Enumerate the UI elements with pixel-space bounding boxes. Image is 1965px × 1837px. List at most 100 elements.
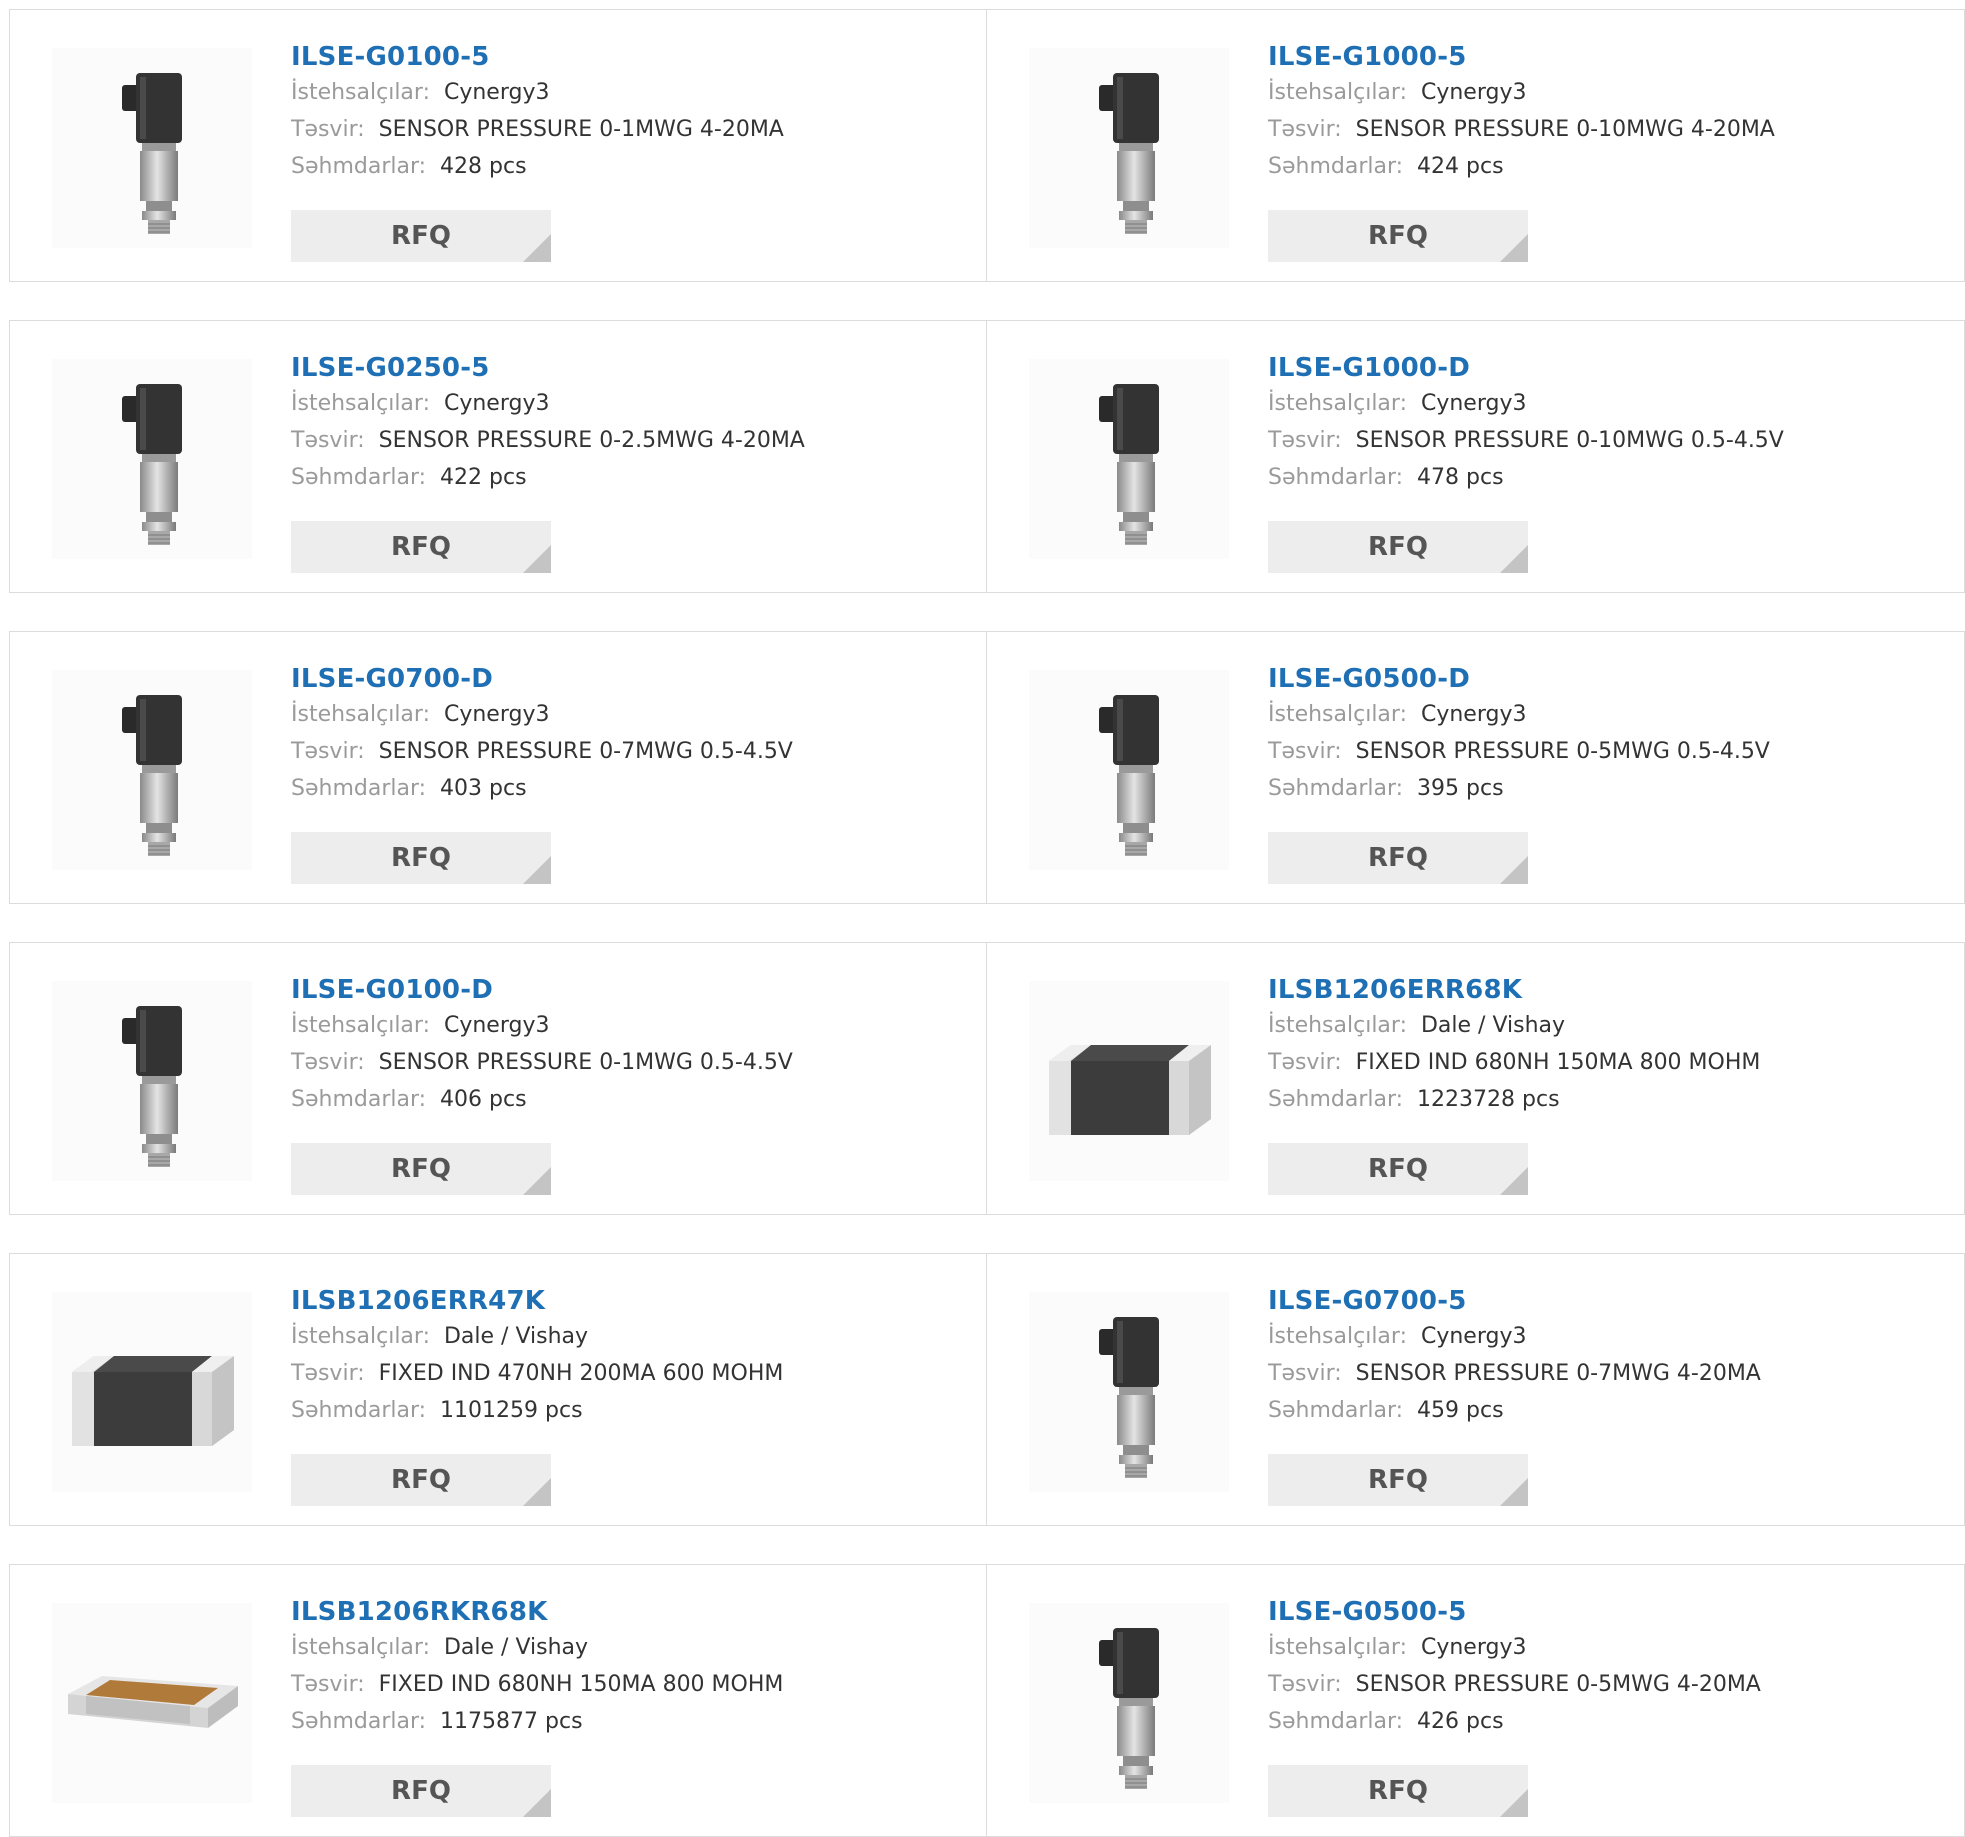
manufacturer-label: İstehsalçılar: [1268,391,1407,416]
product-image[interactable] [1029,1292,1229,1492]
product-card: ILSB1206ERR68K İstehsalçılar: Dale / Visha… [987,942,1965,1215]
product-image[interactable] [52,981,252,1181]
rfq-button[interactable]: RFQ [291,1143,551,1195]
stock-value: 428 pcs [440,154,527,179]
manufacturer-value: Cynergy3 [1420,1324,1527,1349]
part-number-link[interactable]: ILSB1206RKR68K [291,1595,966,1629]
corner-triangle-icon [1500,545,1528,573]
stock-value: 424 pcs [1417,154,1504,179]
stock-line: Səhmdarlar: 1223728 pcs [1268,1081,1944,1118]
rfq-button[interactable]: RFQ [291,1765,551,1817]
part-number-link[interactable]: ILSE-G0250-5 [291,351,966,385]
part-number-link[interactable]: ILSE-G1000-5 [1268,40,1944,74]
product-row: ILSE-G0100-D İstehsalçılar: Cynergy3 Təsvir… [9,942,1965,1215]
product-row: ILSE-G0100-5 İstehsalçılar: Cynergy3 Təsvir… [9,9,1965,282]
stock-value: 1223728 pcs [1417,1087,1560,1112]
description-label: Təsvir: [1268,117,1342,142]
rfq-button[interactable]: RFQ [1268,210,1528,262]
manufacturer-line: İstehsalçılar: Cynergy3 [291,385,966,422]
chip-inductor-dark-icon [1039,1021,1219,1141]
product-card: ILSE-G1000-5 İstehsalçılar: Cynergy3 Təsvir… [987,9,1965,282]
manufacturer-line: İstehsalçılar: Cynergy3 [291,1007,966,1044]
part-number-link[interactable]: ILSE-G0100-5 [291,40,966,74]
corner-triangle-icon [523,1478,551,1506]
rfq-button[interactable]: RFQ [291,210,551,262]
part-number-link[interactable]: ILSE-G0100-D [291,973,966,1007]
stock-line: Səhmdarlar: 1175877 pcs [291,1703,966,1740]
part-number-link[interactable]: ILSE-G0500-5 [1268,1595,1944,1629]
product-info: ILSE-G0500-D İstehsalçılar: Cynergy3 Təsvir… [1268,662,1944,807]
description-value: SENSOR PRESSURE 0-5MWG 0.5-4.5V [1355,739,1770,764]
chip-inductor-dark-icon [62,1332,242,1452]
description-line: Təsvir: FIXED IND 680NH 150MA 800 MOHM [291,1666,966,1703]
manufacturer-line: İstehsalçılar: Cynergy3 [1268,74,1944,111]
rfq-button[interactable]: RFQ [291,832,551,884]
description-line: Təsvir: SENSOR PRESSURE 0-10MWG 0.5-4.5V [1268,422,1944,459]
product-card: ILSE-G0700-5 İstehsalçılar: Cynergy3 Təsvir… [987,1253,1965,1526]
rfq-button[interactable]: RFQ [1268,1143,1528,1195]
manufacturer-label: İstehsalçılar: [291,80,430,105]
product-info: ILSE-G0700-5 İstehsalçılar: Cynergy3 Təsvir… [1268,1284,1944,1429]
manufacturer-value: Dale / Vishay [1420,1013,1566,1038]
description-value: SENSOR PRESSURE 0-10MWG 0.5-4.5V [1355,428,1784,453]
description-line: Təsvir: SENSOR PRESSURE 0-7MWG 4-20MA [1268,1355,1944,1392]
description-value: FIXED IND 680NH 150MA 800 MOHM [378,1672,784,1697]
description-line: Təsvir: SENSOR PRESSURE 0-5MWG 4-20MA [1268,1666,1944,1703]
description-label: Təsvir: [291,428,365,453]
manufacturer-label: İstehsalçılar: [1268,80,1407,105]
part-number-link[interactable]: ILSE-G1000-D [1268,351,1944,385]
product-info: ILSE-G1000-D İstehsalçılar: Cynergy3 Təsvir… [1268,351,1944,496]
part-number-link[interactable]: ILSB1206ERR47K [291,1284,966,1318]
stock-line: Səhmdarlar: 426 pcs [1268,1703,1944,1740]
stock-value: 426 pcs [1417,1709,1504,1734]
product-image[interactable] [1029,1603,1229,1803]
description-value: SENSOR PRESSURE 0-5MWG 4-20MA [1355,1672,1761,1697]
description-line: Təsvir: SENSOR PRESSURE 0-7MWG 0.5-4.5V [291,733,966,770]
product-image[interactable] [1029,670,1229,870]
part-number-link[interactable]: ILSE-G0700-5 [1268,1284,1944,1318]
rfq-button[interactable]: RFQ [1268,521,1528,573]
product-image[interactable] [1029,981,1229,1181]
stock-value: 422 pcs [440,465,527,490]
part-number-link[interactable]: ILSB1206ERR68K [1268,973,1944,1007]
rfq-button[interactable]: RFQ [291,1454,551,1506]
stock-value: 395 pcs [1417,776,1504,801]
description-label: Təsvir: [291,739,365,764]
rfq-label: RFQ [391,1465,451,1495]
rfq-label: RFQ [391,843,451,873]
manufacturer-label: İstehsalçılar: [291,1324,430,1349]
part-number-link[interactable]: ILSE-G0700-D [291,662,966,696]
product-image[interactable] [52,670,252,870]
rfq-button[interactable]: RFQ [1268,1454,1528,1506]
manufacturer-line: İstehsalçılar: Dale / Vishay [291,1318,966,1355]
product-image[interactable] [1029,359,1229,559]
manufacturer-value: Dale / Vishay [443,1635,589,1660]
description-label: Təsvir: [291,1050,365,1075]
stock-label: Səhmdarlar: [291,776,427,801]
product-image[interactable] [1029,48,1229,248]
manufacturer-line: İstehsalçılar: Dale / Vishay [1268,1007,1944,1044]
manufacturer-value: Cynergy3 [443,702,550,727]
product-image[interactable] [52,359,252,559]
rfq-button[interactable]: RFQ [291,521,551,573]
pressure-sensor-icon [1069,675,1189,865]
description-label: Təsvir: [291,117,365,142]
rfq-button[interactable]: RFQ [1268,832,1528,884]
description-label: Təsvir: [1268,1672,1342,1697]
manufacturer-value: Cynergy3 [443,391,550,416]
product-image[interactable] [52,1292,252,1492]
corner-triangle-icon [523,856,551,884]
description-value: SENSOR PRESSURE 0-7MWG 4-20MA [1355,1361,1761,1386]
manufacturer-value: Cynergy3 [1420,702,1527,727]
rfq-button[interactable]: RFQ [1268,1765,1528,1817]
rfq-label: RFQ [391,1154,451,1184]
product-image[interactable] [52,1603,252,1803]
manufacturer-value: Cynergy3 [443,80,550,105]
product-grid: ILSE-G0100-5 İstehsalçılar: Cynergy3 Təsvir… [0,0,1965,1837]
stock-value: 478 pcs [1417,465,1504,490]
corner-triangle-icon [523,545,551,573]
product-image[interactable] [52,48,252,248]
rfq-label: RFQ [1368,1154,1428,1184]
part-number-link[interactable]: ILSE-G0500-D [1268,662,1944,696]
manufacturer-value: Cynergy3 [1420,80,1527,105]
